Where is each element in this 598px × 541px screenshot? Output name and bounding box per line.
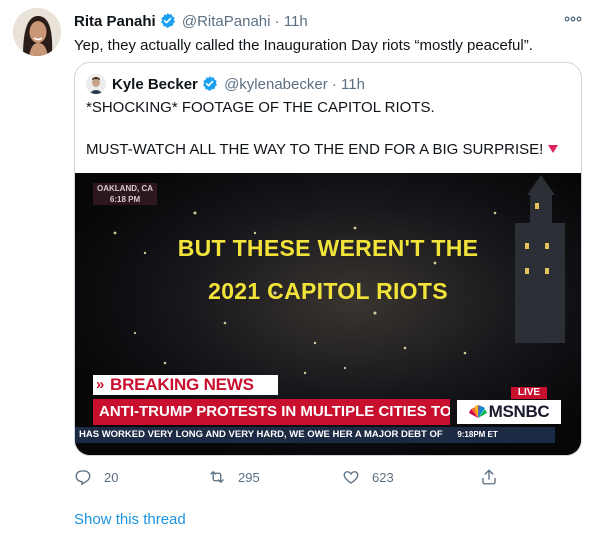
share-icon	[482, 469, 496, 485]
reply-count: 20	[104, 469, 119, 485]
live-text: LIVE	[517, 387, 541, 398]
live-badge: LIVE	[511, 387, 547, 399]
heart-icon	[343, 471, 359, 484]
verified-badge-icon	[203, 76, 217, 91]
network-logo: MSNBC	[457, 400, 561, 424]
tweet-time[interactable]: 11h	[284, 13, 308, 30]
tweet-actions: 20 295 623	[0, 468, 598, 490]
red-triangle-down-icon	[548, 145, 559, 153]
tweet-text: Yep, they actually called the Inaugurati…	[74, 37, 533, 54]
breaking-news-bar: » BREAKING NEWS	[93, 375, 278, 395]
location-label: OAKLAND, CA 6:18 PM	[93, 183, 157, 205]
share-button[interactable]	[480, 468, 510, 486]
verified-badge-icon	[160, 13, 175, 28]
dot-separator: ·	[274, 13, 280, 30]
retweet-count: 295	[238, 469, 260, 485]
retweet-icon	[210, 471, 224, 483]
video-caption: BUT THESE WEREN'T THE 2021 CAPITOL RIOTS	[75, 227, 581, 313]
quoted-author-name: Kyle Becker	[112, 76, 198, 93]
reply-icon	[75, 470, 91, 486]
author-avatar[interactable]	[13, 8, 61, 56]
show-thread-link[interactable]: Show this thread	[74, 511, 186, 528]
chevron-icon: »	[96, 376, 105, 393]
clock-text: 6:18 PM	[109, 195, 141, 204]
caption-line1: BUT THESE WEREN'T THE	[177, 235, 479, 261]
peacock-icon	[468, 405, 487, 418]
caption-line2: 2021 CAPITOL RIOTS	[208, 278, 448, 304]
ticker-bar: HAS WORKED VERY LONG AND VERY HARD, WE O…	[75, 427, 555, 443]
author-name[interactable]: Rita Panahi	[74, 13, 156, 30]
like-count: 623	[372, 469, 394, 485]
breaking-news-label: BREAKING NEWS	[110, 375, 254, 394]
ticker-text: HAS WORKED VERY LONG AND VERY HARD, WE O…	[79, 429, 443, 440]
quoted-text-line2: MUST-WATCH ALL THE WAY TO THE END FOR A …	[86, 141, 544, 158]
location-text: OAKLAND, CA	[97, 184, 153, 193]
video-player[interactable]: OAKLAND, CA 6:18 PM BUT THESE WEREN'T TH…	[75, 173, 581, 455]
author-handle[interactable]: @RitaPanahi	[182, 13, 271, 30]
reply-button[interactable]: 20	[74, 468, 118, 486]
quoted-author-handle: @kylenabecker	[224, 76, 328, 93]
quoted-author-avatar	[86, 74, 106, 94]
quoted-text-line1: *SHOCKING* FOOTAGE OF THE CAPITOL RIOTS.	[86, 99, 435, 116]
tweet-header: Rita Panahi @RitaPanahi · 11h	[74, 12, 308, 30]
quoted-header: Kyle Becker @kylenabecker · 11h	[112, 75, 365, 93]
quoted-text-line2-wrap: MUST-WATCH ALL THE WAY TO THE END FOR A …	[86, 141, 559, 158]
like-button[interactable]: 623	[342, 468, 394, 486]
retweet-button[interactable]: 295	[208, 468, 260, 486]
quoted-tweet[interactable]: Kyle Becker @kylenabecker · 11h *SHOCKIN…	[74, 62, 582, 456]
headline-bar: ANTI-TRUMP PROTESTS IN MULTIPLE CITIES T…	[93, 399, 450, 425]
more-dots-icon[interactable]	[562, 12, 584, 26]
ticker-time: 9:18PM ET	[457, 430, 498, 439]
quoted-time: 11h	[341, 76, 365, 93]
network-name: MSNBC	[488, 402, 550, 421]
dot-separator: ·	[331, 76, 337, 93]
headline-text: ANTI-TRUMP PROTESTS IN MULTIPLE CITIES T…	[99, 403, 450, 420]
